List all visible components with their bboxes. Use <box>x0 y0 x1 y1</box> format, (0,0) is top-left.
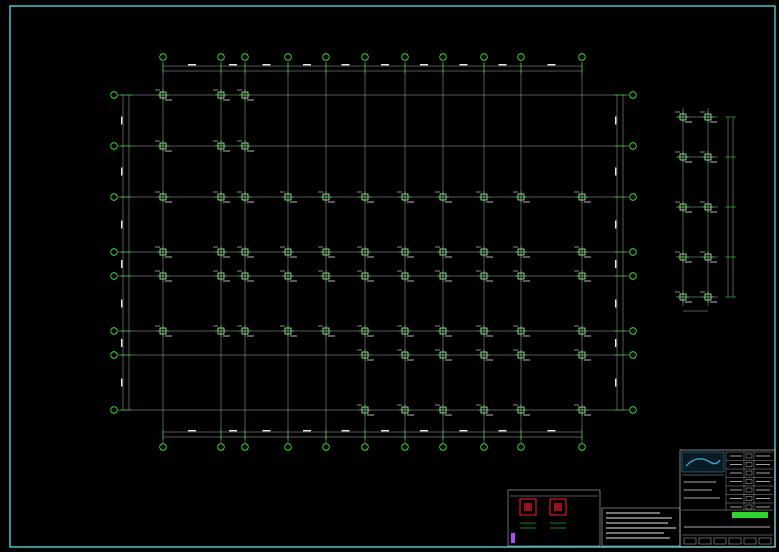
drawing-name-highlight <box>732 512 768 518</box>
dimension-value <box>121 116 123 125</box>
dimension-value <box>229 430 237 432</box>
dimension-value <box>547 430 556 432</box>
legend-marker <box>511 533 515 543</box>
dimension-value <box>615 116 617 125</box>
dimension-value <box>303 64 311 66</box>
dimension-value <box>615 299 617 308</box>
dimension-value <box>381 64 389 66</box>
dimension-value <box>121 220 123 229</box>
dimension-value <box>121 299 123 308</box>
dimension-value <box>420 430 428 432</box>
dimension-value <box>615 260 617 268</box>
dimension-value <box>121 378 123 387</box>
dimension-value <box>303 430 311 432</box>
dimension-value <box>262 430 271 432</box>
dimension-value <box>615 339 617 347</box>
dimension-value <box>615 378 617 387</box>
dimension-value <box>188 430 196 432</box>
dimension-value <box>188 64 196 66</box>
dimension-value <box>615 220 617 229</box>
dimension-value <box>498 430 507 432</box>
dimension-value <box>341 64 350 66</box>
dimension-value <box>121 167 123 176</box>
dimension-value <box>547 64 556 66</box>
dimension-value <box>121 339 123 347</box>
cad-drawing-canvas <box>0 0 779 552</box>
dimension-value <box>459 64 468 66</box>
dimension-value <box>262 64 271 66</box>
section-core <box>524 503 532 511</box>
dimension-value <box>420 64 428 66</box>
dimension-value <box>615 167 617 176</box>
dimension-value <box>341 430 350 432</box>
dimension-value <box>459 430 468 432</box>
section-core <box>554 503 562 511</box>
dimension-value <box>229 64 237 66</box>
dimension-value <box>381 430 389 432</box>
dimension-value <box>498 64 507 66</box>
dimension-value <box>121 260 123 268</box>
